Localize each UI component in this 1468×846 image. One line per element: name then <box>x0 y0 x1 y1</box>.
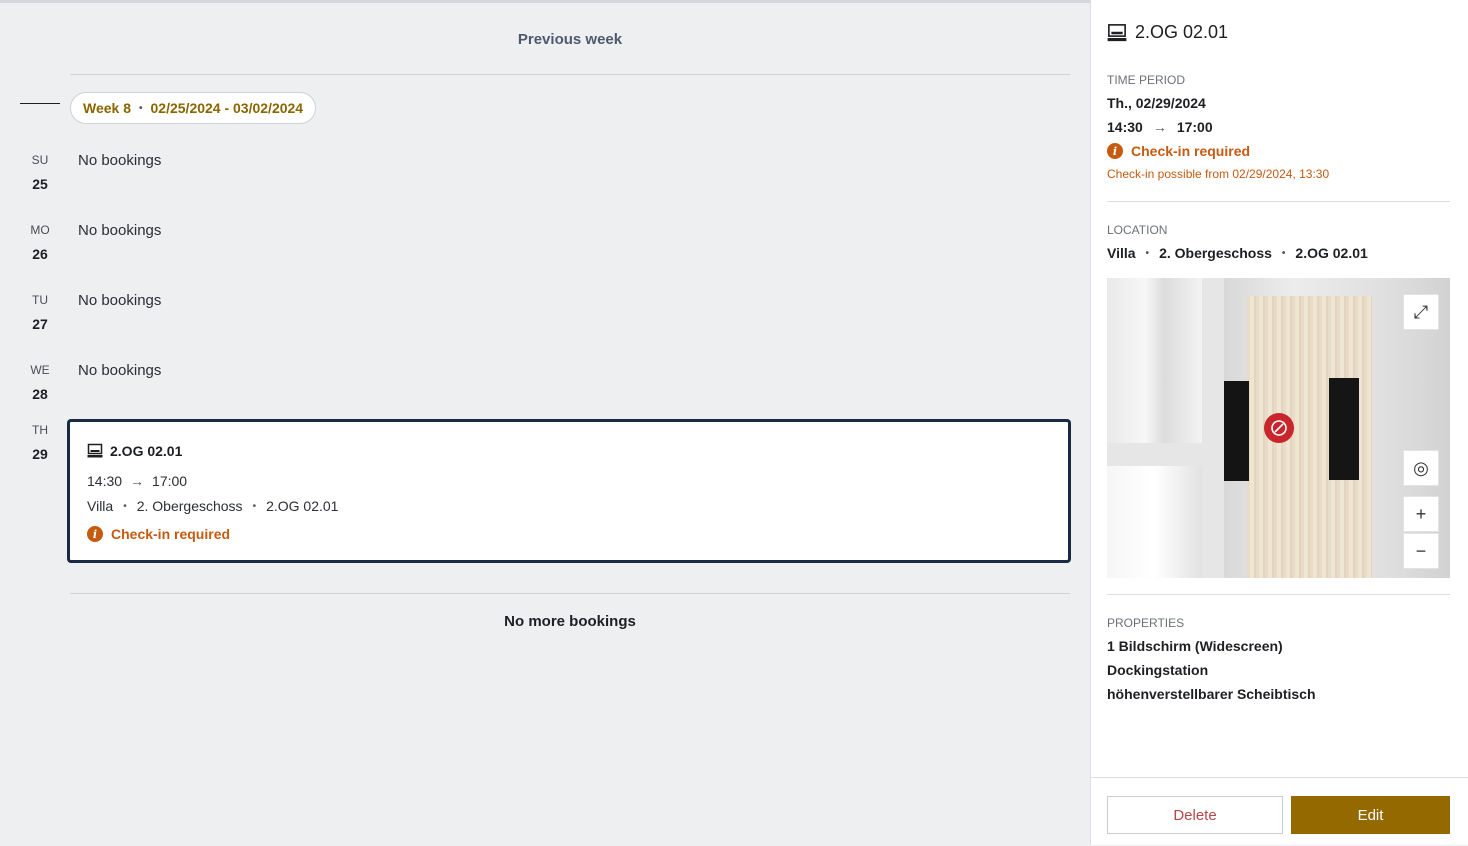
expand-icon[interactable]: ⤢ <box>1403 294 1439 330</box>
property-item: 1 Bildschirm (Widescreen) <box>1107 638 1283 654</box>
details-time: 14:30 → 17:00 <box>1107 119 1213 135</box>
edit-button[interactable]: Edit <box>1291 796 1450 834</box>
bookings-list: Previous week Week 8 • 02/25/2024 - 03/0… <box>0 3 1090 845</box>
start-time: 14:30 <box>1107 119 1143 135</box>
booking-details-panel: 2.OG 02.01 TIME PERIOD Th., 02/29/2024 1… <box>1090 0 1468 845</box>
zoom-out-button[interactable]: − <box>1403 533 1439 569</box>
desk-icon <box>87 443 103 458</box>
week-number: Week 8 <box>83 100 131 116</box>
details-header: 2.OG 02.01 <box>1107 22 1228 43</box>
booking-title: 2.OG 02.01 <box>87 443 182 459</box>
checkin-possible-text: Check-in possible from 02/29/2024, 13:30 <box>1107 167 1330 181</box>
divider <box>70 593 1070 594</box>
delete-button[interactable]: Delete <box>1107 796 1283 834</box>
booking-date: Th., 02/29/2024 <box>1107 95 1206 111</box>
location-floor: 2. Obergeschoss <box>136 498 243 514</box>
weekday: SU <box>31 153 49 167</box>
weekday: MO <box>30 223 50 237</box>
day-number: 26 <box>32 246 48 262</box>
location-desk: 2.OG 02.01 <box>266 498 339 514</box>
location-label: LOCATION <box>1107 223 1168 237</box>
day-sunday: SU 25 <box>20 153 60 192</box>
separator-dot: • <box>139 102 143 114</box>
weekday: WE <box>30 363 50 377</box>
previous-week-link[interactable]: Previous week <box>0 31 1140 48</box>
day-monday: MO 26 <box>20 223 60 262</box>
divider <box>1107 201 1450 202</box>
map-tile <box>1107 278 1202 443</box>
divider <box>70 74 1070 75</box>
weekday: TH <box>32 423 48 437</box>
no-bookings-sunday: No bookings <box>78 152 162 169</box>
location-building: Villa <box>87 498 114 514</box>
property-item: höhenverstellbarer Scheibtisch <box>1107 686 1316 702</box>
property-item: Dockingstation <box>1107 662 1209 678</box>
details-title: 2.OG 02.01 <box>1135 22 1229 42</box>
start-time: 14:30 <box>87 473 123 489</box>
properties-label: PROPERTIES <box>1107 616 1185 630</box>
divider <box>1107 594 1450 595</box>
day-wednesday: WE 28 <box>20 363 60 402</box>
separator-dot: • <box>1145 247 1150 259</box>
no-more-bookings: No more bookings <box>504 613 636 630</box>
details-footer: Delete Edit <box>1091 777 1468 846</box>
no-bookings-wednesday: No bookings <box>78 362 162 379</box>
info-icon: i <box>87 526 103 542</box>
separator-dot: • <box>1281 247 1286 259</box>
zoom-in-button[interactable]: + <box>1403 496 1439 532</box>
location-building: Villa <box>1107 245 1136 261</box>
week-marker <box>20 103 60 104</box>
week-pill: Week 8 • 02/25/2024 - 03/02/2024 <box>70 92 317 124</box>
checkin-warning: i Check-in required <box>1107 143 1250 159</box>
no-bookings-tuesday: No bookings <box>78 292 162 309</box>
checkin-text: Check-in required <box>1131 143 1251 159</box>
map-tile <box>1107 466 1202 578</box>
day-tuesday: TU 27 <box>20 293 60 332</box>
end-time: 17:00 <box>1176 119 1213 135</box>
booking-time: 14:30 → 17:00 <box>87 473 187 489</box>
day-number: 29 <box>32 446 48 462</box>
arrow-right-icon: → <box>1152 119 1167 135</box>
end-time: 17:00 <box>152 473 188 489</box>
locate-icon[interactable]: ◎ <box>1403 450 1439 486</box>
week-range: 02/25/2024 - 03/02/2024 <box>150 100 304 116</box>
blocked-symbol <box>1271 420 1287 436</box>
day-number: 27 <box>32 316 48 332</box>
separator-dot: • <box>123 500 127 512</box>
checkin-text: Check-in required <box>111 526 231 542</box>
day-number: 28 <box>32 386 48 402</box>
floor-map[interactable]: ⤢ ◎ + − <box>1107 278 1450 578</box>
unavailable-icon[interactable] <box>1264 413 1294 443</box>
location-floor: 2. Obergeschoss <box>1159 245 1272 261</box>
weekday: TU <box>32 293 48 307</box>
info-icon: i <box>1107 143 1123 159</box>
booking-card[interactable]: 2.OG 02.01 14:30 → 17:00 Villa • 2. Ober… <box>68 420 1070 562</box>
booking-location: Villa • 2. Obergeschoss • 2.OG 02.01 <box>87 498 338 514</box>
separator-dot: • <box>252 500 257 512</box>
time-period-label: TIME PERIOD <box>1107 73 1186 87</box>
day-thursday: TH 29 <box>20 423 60 462</box>
booking-title-text: 2.OG 02.01 <box>110 443 183 459</box>
no-bookings-monday: No bookings <box>78 222 162 239</box>
monitor-right <box>1329 378 1359 480</box>
details-location: Villa • 2. Obergeschoss • 2.OG 02.01 <box>1107 245 1368 261</box>
desk-icon <box>1107 23 1127 41</box>
arrow-right-icon: → <box>130 473 145 489</box>
checkin-warning: i Check-in required <box>87 526 230 542</box>
monitor-left <box>1224 381 1249 481</box>
day-number: 25 <box>32 176 48 192</box>
location-desk: 2.OG 02.01 <box>1295 245 1368 261</box>
